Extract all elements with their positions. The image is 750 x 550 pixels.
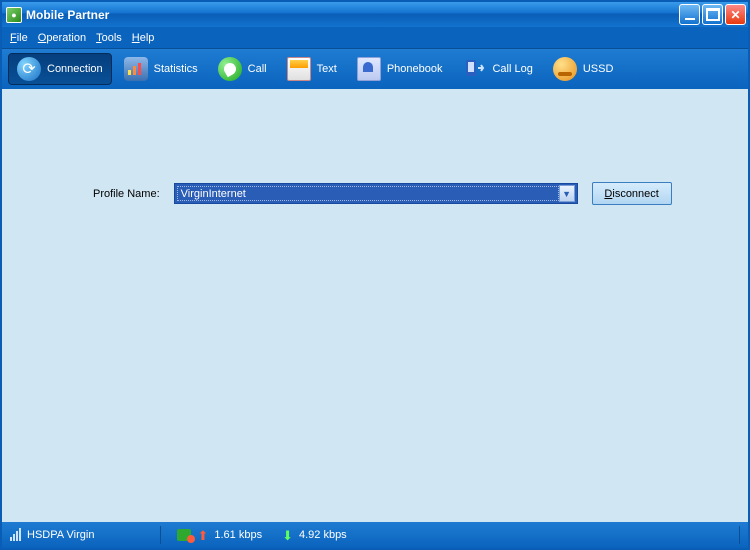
minimize-button[interactable] [679, 4, 700, 25]
tab-text-label: Text [317, 63, 337, 75]
disconnect-button-rest: isconnect [612, 188, 658, 200]
disconnect-button[interactable]: Disconnect [592, 182, 672, 205]
menu-operation[interactable]: Operation [38, 32, 86, 44]
profile-select[interactable]: VirginInternet ▼ [174, 183, 578, 204]
status-upload-label: 1.61 kbps [214, 529, 262, 541]
menu-operation-label: peration [46, 32, 86, 44]
text-icon [287, 57, 311, 81]
ussd-icon [553, 57, 577, 81]
status-separator [739, 526, 740, 544]
content-area: Profile Name: VirginInternet ▼ Disconnec… [2, 89, 748, 522]
call-log-icon [462, 57, 486, 81]
chevron-down-icon[interactable]: ▼ [559, 185, 575, 202]
download-arrow-icon: ⬇ [282, 529, 293, 542]
tab-connection-label: Connection [47, 63, 103, 75]
window-controls [679, 4, 746, 25]
tab-call-log-label: Call Log [492, 63, 532, 75]
profile-selected-value: VirginInternet [177, 186, 559, 201]
phonebook-icon [357, 57, 381, 81]
app-icon: ● [6, 7, 22, 23]
app-window: ● Mobile Partner File Operation Tools He… [0, 0, 750, 550]
menu-tools-label: ools [102, 32, 122, 44]
status-network-label: HSDPA Virgin [27, 529, 94, 541]
status-download-label: 4.92 kbps [299, 529, 347, 541]
titlebar[interactable]: ● Mobile Partner [2, 2, 748, 27]
menu-help-label: elp [140, 32, 155, 44]
upload-arrow-icon: ⬆ [197, 529, 208, 542]
connection-icon [17, 57, 41, 81]
statistics-icon [124, 57, 148, 81]
tab-text[interactable]: Text [279, 53, 345, 85]
menu-file-label: ile [17, 32, 28, 44]
tab-call[interactable]: Call [210, 53, 275, 85]
toolbar: Connection Statistics Call Text Phoneboo… [2, 49, 748, 89]
profile-row: Profile Name: VirginInternet ▼ Disconnec… [93, 182, 672, 205]
menu-file[interactable]: File [10, 32, 28, 44]
window-title: Mobile Partner [26, 8, 679, 22]
tab-phonebook[interactable]: Phonebook [349, 53, 451, 85]
status-right [739, 526, 740, 544]
tab-connection[interactable]: Connection [8, 53, 112, 85]
tab-statistics-label: Statistics [154, 63, 198, 75]
signal-icon [10, 529, 21, 541]
call-icon [218, 57, 242, 81]
menubar: File Operation Tools Help [2, 27, 748, 49]
status-transfer: ⬆ 1.61 kbps ⬇ 4.92 kbps [177, 529, 346, 542]
menu-help[interactable]: Help [132, 32, 155, 44]
statusbar: HSDPA Virgin ⬆ 1.61 kbps ⬇ 4.92 kbps [2, 522, 748, 548]
tab-ussd[interactable]: USSD [545, 53, 622, 85]
menu-tools[interactable]: Tools [96, 32, 122, 44]
status-separator [160, 526, 161, 544]
transfer-icon [177, 529, 191, 541]
tab-phonebook-label: Phonebook [387, 63, 443, 75]
close-button[interactable] [725, 4, 746, 25]
tab-ussd-label: USSD [583, 63, 614, 75]
profile-name-label: Profile Name: [93, 188, 160, 200]
tab-statistics[interactable]: Statistics [116, 53, 206, 85]
status-network: HSDPA Virgin [10, 529, 94, 541]
maximize-button[interactable] [702, 4, 723, 25]
tab-call-log[interactable]: Call Log [454, 53, 540, 85]
tab-call-label: Call [248, 63, 267, 75]
